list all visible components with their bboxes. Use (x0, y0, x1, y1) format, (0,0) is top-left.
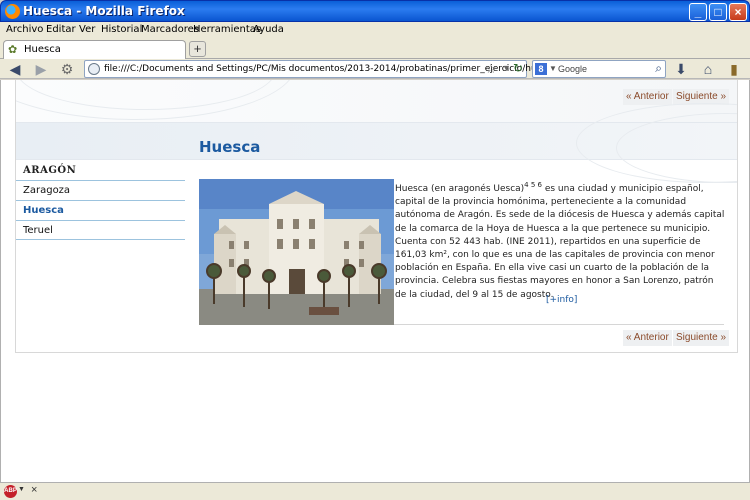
close-window-button[interactable]: × (729, 3, 747, 21)
url-bar[interactable]: file:///C:/Documents and Settings/PC/Mis… (84, 60, 581, 78)
divider (394, 324, 724, 325)
minimize-button[interactable]: _ (689, 3, 707, 21)
status-bar: ABP ▼ × (0, 482, 750, 500)
tab-bar: ✿ Huesca + (0, 39, 750, 59)
menu-historial[interactable]: Historial (101, 24, 142, 35)
globe-icon (88, 63, 100, 75)
reload-icon[interactable]: ↻ (513, 61, 523, 75)
download-icon[interactable]: ⬇ (673, 61, 689, 77)
article-text-rest: es una ciudad y municipio español, capit… (395, 184, 725, 300)
sidebar-item-teruel[interactable]: Teruel (16, 220, 185, 240)
next-button-bottom[interactable]: Siguiente » (673, 330, 730, 346)
browser-viewport: « Anterior Siguiente » Huesca Aragón Zar… (0, 80, 750, 482)
menu-marcadores[interactable]: Marcadores (141, 24, 199, 35)
home-icon[interactable]: ⌂ (700, 61, 716, 77)
adblock-dropdown-icon[interactable]: ▼ (18, 486, 25, 493)
citation-superscript[interactable]: 4 5 6 (524, 181, 542, 189)
close-icon[interactable]: × (31, 484, 37, 496)
article-text-start: Huesca (en aragonés Uesca) (395, 184, 525, 194)
window-title: Huesca - Mozilla Firefox (23, 4, 185, 18)
article-text: Huesca (en aragonés Uesca)4 5 6 es una c… (395, 179, 725, 302)
window-titlebar: Huesca - Mozilla Firefox _ □ × (0, 0, 750, 22)
menu-herramientas[interactable]: Herramientas (193, 24, 261, 35)
menu-editar[interactable]: Editar (46, 24, 76, 35)
menu-bar: Archivo Editar Ver Historial Marcadores … (0, 22, 750, 39)
navigation-toolbar: ◀ ▶ ⚙ file:///C:/Documents and Settings/… (0, 59, 750, 79)
bookmark-star-icon[interactable]: ☆ (485, 61, 497, 77)
menu-archivo[interactable]: Archivo (6, 24, 43, 35)
search-engine-icon[interactable]: 8 (535, 63, 547, 75)
prev-button-bottom[interactable]: « Anterior (623, 330, 672, 346)
page-container: « Anterior Siguiente » Huesca Aragón Zar… (15, 80, 738, 353)
tab-label: Huesca (24, 44, 61, 55)
maximize-button[interactable]: □ (709, 3, 727, 21)
firefox-icon (5, 4, 20, 19)
bookmarks-icon[interactable]: ▮ (726, 61, 742, 77)
title-band (16, 103, 737, 183)
new-tab-button[interactable]: + (189, 41, 206, 57)
search-input[interactable]: Google (558, 64, 587, 74)
city-photo (199, 179, 394, 325)
menu-ayuda[interactable]: Ayuda (253, 24, 284, 35)
forward-arrow-icon[interactable]: ▶ (33, 61, 49, 77)
sidebar-item-huesca[interactable]: Huesca (16, 200, 185, 220)
search-engine-dropdown-icon[interactable]: ▼ (549, 64, 557, 73)
prev-button-top[interactable]: « Anterior (623, 89, 672, 105)
search-bar[interactable]: 8 ▼ Google ⌕ (532, 60, 666, 78)
tab-huesca[interactable]: ✿ Huesca (3, 40, 186, 59)
url-history-dropdown-icon[interactable]: ▼ (502, 63, 511, 73)
adblock-icon[interactable]: ABP (4, 485, 17, 498)
menu-ver[interactable]: Ver (79, 24, 95, 35)
page-favicon-icon: ✿ (8, 44, 18, 56)
page-title: Huesca (199, 138, 261, 156)
more-info-link[interactable]: [+info] (546, 295, 577, 305)
sidebar-item-zaragoza[interactable]: Zaragoza (16, 180, 185, 200)
back-arrow-icon[interactable]: ◀ (7, 61, 23, 77)
search-icon[interactable]: ⌕ (655, 61, 662, 76)
sidebar-heading: Aragón (23, 165, 77, 176)
site-identity-icon[interactable]: ⚙ (59, 61, 75, 77)
